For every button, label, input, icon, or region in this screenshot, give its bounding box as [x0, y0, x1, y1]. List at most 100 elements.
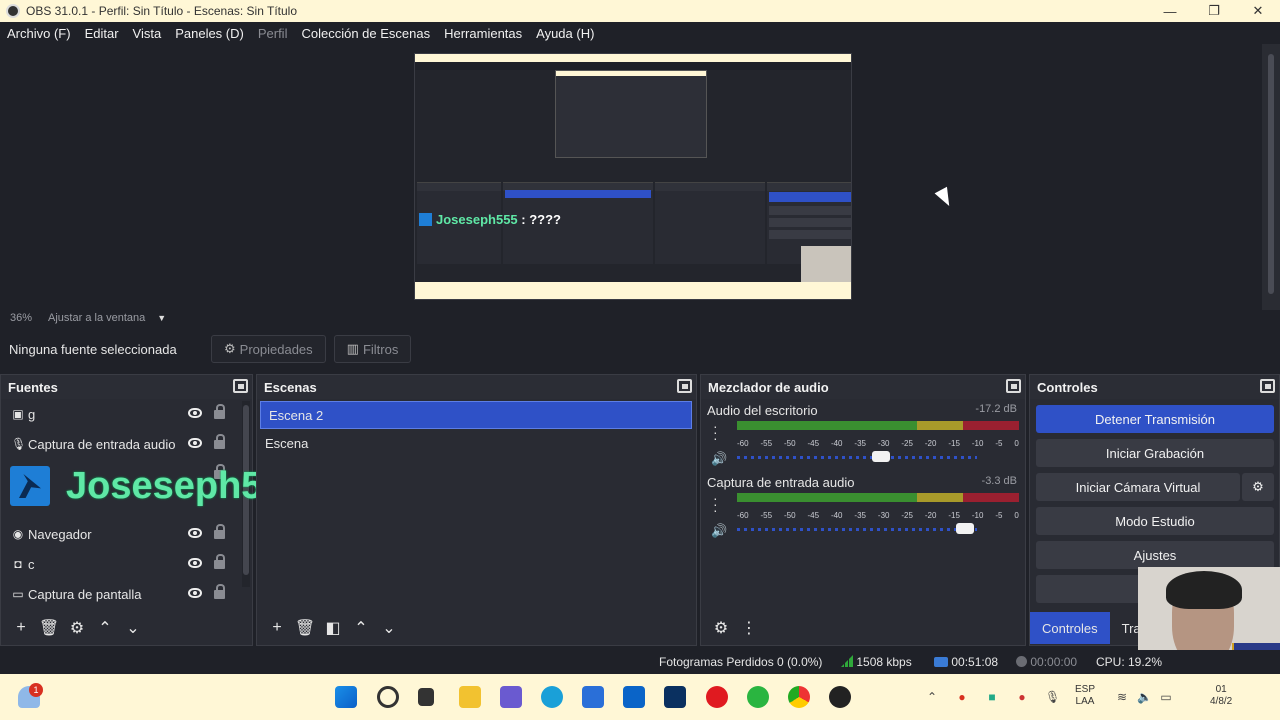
menu-edit[interactable]: Editar — [85, 26, 119, 41]
source-item[interactable]: ◉ Navegador — [1, 519, 252, 549]
maximize-button[interactable]: ❐ — [1192, 0, 1236, 22]
zoom-dropdown-icon[interactable]: ▼ — [157, 313, 166, 323]
globe-icon: ◉ — [12, 527, 24, 541]
outlook-icon[interactable] — [623, 686, 645, 708]
minimize-button[interactable]: — — [1148, 0, 1192, 22]
chrome-icon[interactable] — [788, 686, 810, 708]
chevron-up-icon[interactable]: ⌃ — [91, 616, 119, 640]
menu-scene-collection[interactable]: Colección de Escenas — [301, 26, 430, 41]
volume-slider-thumb[interactable] — [956, 523, 974, 534]
scene-item[interactable]: Escena 2 — [260, 401, 692, 429]
scrollbar-thumb[interactable] — [1268, 54, 1274, 294]
lock-icon[interactable] — [214, 434, 225, 449]
windows-start-icon[interactable] — [335, 686, 357, 708]
trash-icon[interactable]: 🗑 — [291, 616, 319, 640]
undock-icon[interactable] — [1260, 379, 1275, 393]
chevron-up-icon[interactable]: ⌃ — [347, 616, 375, 640]
search-icon[interactable] — [377, 686, 399, 708]
menu-help[interactable]: Ayuda (H) — [536, 26, 594, 41]
chevron-up-icon[interactable]: ⌃ — [925, 690, 939, 704]
menu-view[interactable]: Vista — [133, 26, 162, 41]
nested-chat-overlay: Joseseph555 : ???? — [419, 212, 561, 227]
scene-filter-icon[interactable]: ◧ — [319, 616, 347, 640]
menu-tools[interactable]: Herramientas — [444, 26, 522, 41]
volume-slider[interactable] — [737, 528, 977, 531]
chevron-down-icon[interactable]: ⌄ — [119, 616, 147, 640]
obs-taskbar-icon[interactable] — [829, 686, 851, 708]
close-button[interactable]: ✕ — [1236, 0, 1280, 22]
stop-streaming-button[interactable]: Detener Transmisión — [1036, 405, 1274, 433]
mixer-menu-icon[interactable]: ⋮ — [735, 616, 763, 640]
source-item[interactable]: ◘ c — [1, 549, 252, 579]
eye-icon[interactable] — [188, 558, 202, 568]
chevron-down-icon[interactable]: ⌄ — [375, 616, 403, 640]
nested-dock-header — [767, 183, 851, 191]
tab-controls[interactable]: Controles — [1030, 612, 1110, 644]
advanced-audio-icon[interactable]: ⚙ — [707, 616, 735, 640]
eye-icon[interactable] — [188, 588, 202, 598]
nested-selected-scene — [505, 190, 651, 198]
lock-icon[interactable] — [214, 584, 225, 599]
eye-icon[interactable] — [188, 408, 202, 418]
menu-file[interactable]: Archivo (F) — [7, 26, 71, 41]
zoom-bar: 36% Ajustar a la ventana ▼ — [0, 310, 1280, 326]
source-item[interactable]: ▭ Captura de pantalla — [1, 579, 252, 609]
add-scene-icon[interactable]: + — [263, 616, 291, 640]
file-explorer-icon[interactable] — [459, 686, 481, 708]
filters-button[interactable]: ▥ Filtros — [333, 335, 412, 363]
lock-icon[interactable] — [214, 404, 225, 419]
source-label: g — [28, 406, 36, 422]
settings-button[interactable]: Ajustes — [1036, 541, 1274, 569]
battery-icon[interactable]: ▭ — [1159, 690, 1173, 704]
opera-icon[interactable] — [706, 686, 728, 708]
channel-menu-icon[interactable]: · · · — [713, 491, 718, 517]
volume-slider-thumb[interactable] — [872, 451, 890, 462]
prime-video-icon[interactable] — [664, 686, 686, 708]
menu-profile[interactable]: Perfil — [258, 26, 288, 41]
teams-icon[interactable] — [500, 686, 522, 708]
store-icon[interactable] — [582, 686, 604, 708]
undock-icon[interactable] — [677, 379, 692, 393]
gear-icon[interactable]: ⚙ — [63, 616, 91, 640]
undock-icon[interactable] — [233, 379, 248, 393]
tray-app-icon[interactable]: ■ — [985, 690, 999, 704]
whatsapp-icon[interactable] — [747, 686, 769, 708]
language-indicator[interactable]: ESP LAA — [1075, 684, 1095, 708]
preview-scrollbar[interactable] — [1262, 44, 1280, 310]
nested-dock-header — [655, 183, 765, 191]
studio-mode-button[interactable]: Modo Estudio — [1036, 507, 1274, 535]
trash-icon[interactable]: 🗑 — [35, 616, 63, 640]
mixer-title: Mezclador de audio — [708, 379, 829, 395]
start-virtual-camera-button[interactable]: Iniciar Cámara Virtual — [1036, 473, 1240, 501]
properties-button[interactable]: ⚙ Propiedades — [211, 335, 326, 363]
edge-icon[interactable] — [541, 686, 563, 708]
scene-label: Escena — [265, 435, 309, 451]
source-item[interactable]: ▣ g — [1, 399, 252, 429]
program-preview[interactable]: Joseseph555 : ???? — [414, 53, 852, 300]
start-recording-button[interactable]: Iniciar Grabación — [1036, 439, 1274, 467]
volume-icon[interactable]: 🔈 — [1137, 690, 1152, 704]
eye-icon[interactable] — [188, 438, 202, 448]
lock-icon[interactable] — [214, 554, 225, 569]
tray-app-icon[interactable]: ● — [1015, 690, 1029, 704]
volume-slider[interactable] — [737, 456, 977, 459]
virtual-camera-settings-button[interactable]: ⚙ — [1242, 473, 1274, 501]
sources-title: Fuentes — [8, 379, 58, 395]
fit-to-window-label[interactable]: Ajustar a la ventana — [48, 312, 145, 324]
channel-menu-icon[interactable]: · · · — [713, 419, 718, 445]
wifi-icon[interactable]: ≋ — [1115, 690, 1129, 704]
undock-icon[interactable] — [1006, 379, 1021, 393]
speaker-icon[interactable]: 🔊 — [711, 523, 727, 539]
lock-icon[interactable] — [214, 524, 225, 539]
eye-icon[interactable] — [188, 528, 202, 538]
add-source-icon[interactable]: + — [7, 616, 35, 640]
menu-docks[interactable]: Paneles (D) — [175, 26, 244, 41]
speaker-icon[interactable]: 🔊 — [711, 451, 727, 467]
streaming-icon — [934, 657, 948, 667]
task-view-icon[interactable] — [418, 688, 434, 706]
microphone-icon[interactable]: 🎙 — [1045, 690, 1060, 704]
tray-app-icon[interactable]: ● — [955, 690, 969, 704]
source-item[interactable]: 🎙 Captura de entrada audio — [1, 429, 252, 459]
scene-item[interactable]: Escena — [257, 429, 696, 457]
clock[interactable]: 01 4/8/2 — [1210, 684, 1232, 708]
